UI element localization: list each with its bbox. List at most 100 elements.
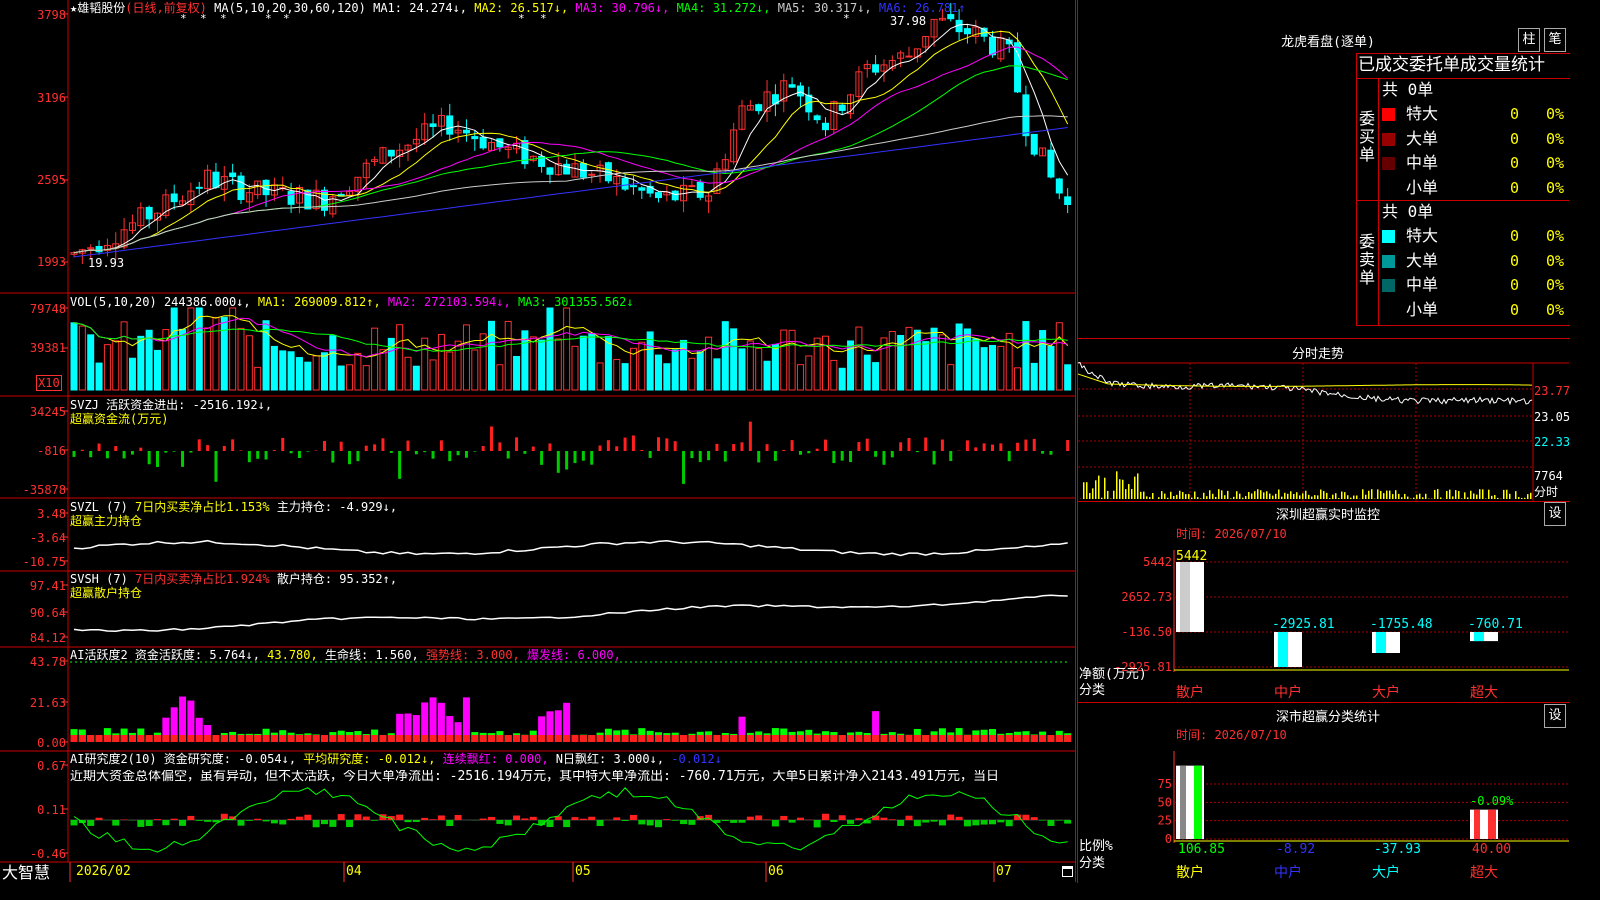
flow-bar — [874, 451, 878, 457]
date-axis-label: 05 — [575, 864, 591, 879]
intraday-volume-bar — [1182, 492, 1184, 499]
flow-bar — [924, 437, 928, 451]
intraday-volume-bar — [1383, 493, 1385, 499]
intraday-volume-bar — [1272, 495, 1274, 499]
candle-body — [838, 104, 846, 111]
volume-bar — [955, 323, 963, 391]
ai-active-base — [162, 735, 170, 742]
ai-research-bar — [87, 820, 95, 826]
ai-research-value: AI研究度2(10) 资金研究度: -0.054↓, — [70, 752, 304, 766]
flow-bar — [331, 451, 335, 463]
intraday-volume-bar — [1140, 491, 1142, 499]
ma-value: MA6: 26.781↑ — [878, 1, 966, 15]
ai-active-base — [78, 735, 86, 742]
intraday-volume-bar — [1314, 495, 1316, 499]
ai-active-base — [1039, 735, 1047, 742]
flow-bar — [907, 438, 911, 451]
volume-bar — [154, 349, 161, 391]
intraday-volume-bar — [1101, 497, 1103, 499]
lock-icon[interactable] — [1062, 866, 1073, 877]
ai-active-base — [571, 735, 579, 742]
order-val: 0 — [1510, 178, 1520, 197]
volume-bar — [488, 320, 495, 391]
bar-mode-button[interactable]: 柱 — [1518, 28, 1540, 52]
ma-value: MA5: 30.317↓, — [777, 1, 879, 15]
volume-bar — [321, 352, 328, 391]
ai-research-bar — [1030, 817, 1038, 820]
sz-monitor-axis-label: -136.50 — [1121, 625, 1172, 639]
ai-research-bar — [730, 820, 738, 823]
intraday-panel[interactable]: 分时走势 23.77 23.05 22.33 7764 分时 — [1077, 338, 1570, 502]
intraday-volume-bar — [1380, 490, 1382, 499]
volume-bar — [596, 362, 604, 391]
volume-bar — [270, 345, 278, 391]
svsh-subtitle: 超赢散户持仓 — [70, 586, 143, 600]
ai-active-value: 爆发线: 6.000, — [527, 648, 621, 662]
flow-bar — [239, 450, 243, 451]
ai-active-base — [588, 735, 596, 742]
flow-bar — [565, 451, 569, 470]
flow-bar — [481, 445, 485, 451]
ai-research-bar — [830, 820, 838, 822]
volume-bar — [145, 329, 153, 391]
candle-body — [963, 28, 971, 35]
vol-unit-badge: X10 — [36, 375, 62, 391]
kline-chart-area[interactable]: * * * * * * * * ★雄韬股份(日线,前复权) MA(5,10,20,30,60,… — [0, 0, 1076, 882]
volume-bar — [1064, 364, 1072, 391]
ai-active-base — [563, 735, 571, 742]
volume-bar — [412, 365, 420, 391]
ai-active-base — [913, 735, 921, 742]
ai-active-base — [488, 735, 495, 742]
intraday-volume-bar — [1281, 496, 1283, 499]
intraday-volume-bar — [1326, 492, 1328, 499]
flow-bar — [164, 451, 168, 453]
volume-bar — [563, 307, 571, 391]
sz-class-axis-label: 0 — [1165, 832, 1172, 846]
volume-bar — [479, 333, 487, 391]
intraday-volume-bar — [1161, 491, 1163, 499]
order-pct: 0% — [1546, 154, 1565, 172]
volume-bar — [588, 332, 596, 391]
ai-research-bar — [437, 815, 445, 820]
ai-active-base — [312, 735, 320, 742]
flow-bar — [523, 451, 527, 454]
ai-active-base — [696, 735, 704, 742]
intraday-volume-bar — [1506, 489, 1508, 499]
order-val: 0 — [1510, 129, 1520, 148]
intraday-volume-bar — [1302, 493, 1304, 499]
ai-research-bar — [488, 816, 495, 820]
ai-research-bar — [771, 820, 779, 827]
sz-monitor-chart: 54422652.73-136.50-2925.815442散户-2925.81… — [1114, 549, 1569, 701]
kline-chart-svg[interactable]: * * * * * * * * — [0, 0, 1076, 882]
order-color-swatch — [1382, 108, 1395, 121]
intraday-volume-bar — [1524, 497, 1526, 499]
volume-bar — [304, 361, 312, 391]
svzl-holding: 主力持仓: -4.929↓, — [276, 500, 398, 514]
ma-value: MA4: 31.272↓, — [676, 1, 778, 15]
sz-monitor-bar-label: -760.71 — [1468, 617, 1523, 632]
intraday-volume-bar — [1158, 497, 1160, 499]
ai-research-bar — [822, 813, 829, 820]
order-val: 0 — [1510, 154, 1520, 172]
flow-bar — [865, 438, 869, 451]
ai-active-base — [170, 735, 178, 742]
volume-bar — [454, 340, 462, 391]
ai-active-base — [362, 735, 370, 742]
candle-body — [655, 192, 662, 199]
flow-bar — [890, 451, 894, 458]
ai-research-bar — [321, 820, 328, 825]
svzl-ratio: 7日内买卖净占比1.153% — [135, 500, 270, 514]
intraday-volume-bar — [1167, 497, 1169, 499]
intraday-volume-bar — [1332, 494, 1334, 499]
ma-values: MA1: 24.274↓, MA2: 26.517↓, MA3: 30.796↓… — [373, 1, 965, 15]
intraday-volume-bar — [1143, 491, 1145, 499]
pen-mode-button[interactable]: 笔 — [1544, 28, 1566, 52]
ai-research-bar — [1055, 820, 1063, 821]
intraday-volume-bar — [1413, 497, 1415, 499]
volume-bar — [329, 335, 337, 391]
ai-active-base — [613, 735, 621, 742]
intraday-volume-bar — [1233, 496, 1235, 499]
intraday-volume-bar — [1173, 495, 1175, 499]
ai-research-bar — [1022, 814, 1030, 820]
ai-active-base — [120, 735, 128, 742]
